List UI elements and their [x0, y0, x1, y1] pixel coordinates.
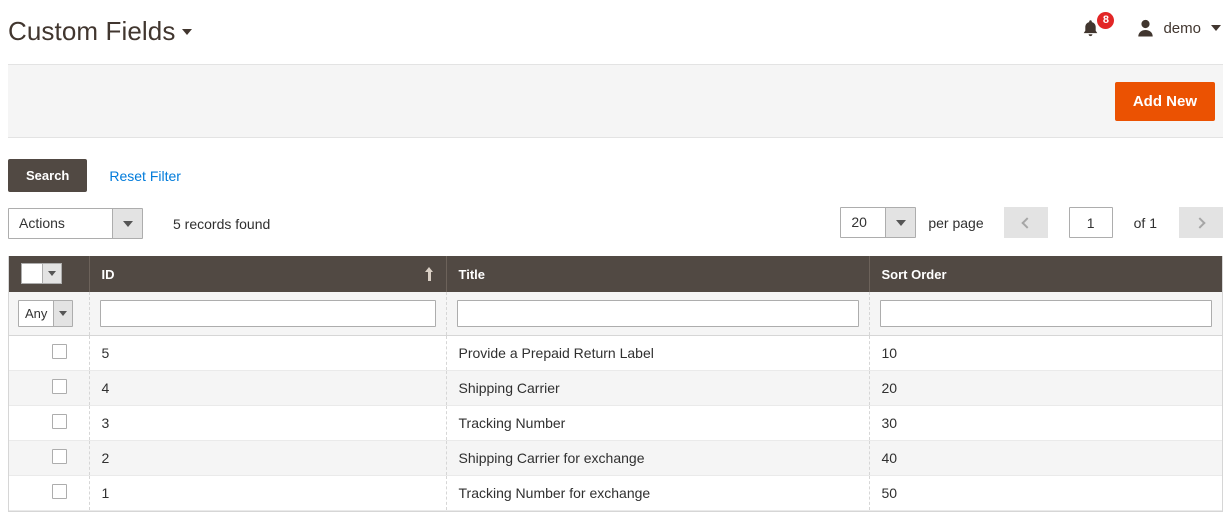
table-row[interactable]: 3 Tracking Number 30 [9, 405, 1222, 441]
cell-sort-order: 20 [869, 370, 1222, 406]
per-page-select-value: 20 [851, 214, 867, 230]
user-menu[interactable]: demo [1137, 19, 1221, 37]
page-title: Custom Fields [8, 16, 176, 46]
row-select-cell [9, 405, 90, 441]
cell-title: Tracking Number for exchange [446, 475, 870, 511]
row-select-cell [9, 335, 90, 371]
grid-toolbar: Actions 5 records found 20 per page of 1 [8, 207, 1223, 240]
row-select-cell [9, 440, 90, 476]
chevron-down-icon [53, 300, 72, 326]
table-row[interactable]: 5 Provide a Prepaid Return Label 10 [9, 335, 1222, 371]
table-row[interactable]: 1 Tracking Number for exchange 50 [9, 475, 1222, 511]
total-pages-label: of 1 [1133, 214, 1157, 231]
any-filter-value: Any [25, 305, 48, 321]
column-header-id-label: ID [101, 266, 115, 282]
cell-sort-order: 50 [869, 475, 1222, 511]
filter-cell-any: Any [9, 292, 90, 336]
cell-id: 1 [89, 475, 447, 511]
records-found-label: 5 records found [173, 215, 271, 232]
column-header-sort-order[interactable]: Sort Order [869, 256, 1222, 292]
row-checkbox[interactable] [52, 483, 67, 499]
chevron-left-icon [1021, 216, 1033, 229]
cell-sort-order: 10 [869, 335, 1222, 371]
filter-cell-id [89, 292, 447, 336]
pagination-controls: 20 per page of 1 [840, 207, 1223, 238]
filter-input-title[interactable] [456, 299, 859, 327]
table-row[interactable]: 2 Shipping Carrier for exchange 40 [9, 440, 1222, 476]
chevron-down-icon[interactable] [182, 29, 193, 35]
column-header-id[interactable]: ID [89, 256, 447, 292]
cell-id: 3 [89, 405, 447, 441]
grid-header-row: ID Title Sort Order [9, 256, 1222, 292]
actions-select[interactable]: Actions [8, 208, 143, 239]
row-checkbox[interactable] [52, 448, 67, 464]
cell-title: Provide a Prepaid Return Label [446, 335, 870, 371]
cell-id: 5 [89, 335, 447, 371]
cell-title: Shipping Carrier for exchange [446, 440, 870, 476]
column-header-sort-order-label: Sort Order [881, 266, 947, 282]
next-page-button[interactable] [1179, 207, 1223, 238]
per-page-select[interactable]: 20 [840, 207, 917, 238]
cell-title: Shipping Carrier [446, 370, 870, 406]
notifications-button[interactable]: 8 [1081, 12, 1115, 42]
column-header-title[interactable]: Title [446, 256, 870, 292]
chevron-down-icon [112, 209, 142, 238]
search-controls: Search Reset Filter [8, 159, 1223, 192]
cell-id: 2 [89, 440, 447, 476]
header-right-group: 8 demo [1081, 12, 1221, 42]
chevron-down-icon [1211, 25, 1221, 31]
notification-count-badge: 8 [1097, 12, 1115, 29]
filter-input-sort-order[interactable] [879, 299, 1212, 327]
cell-id: 4 [89, 370, 447, 406]
page-title-group: Custom Fields [8, 16, 193, 46]
per-page-label: per page [928, 214, 984, 231]
reset-filter-link[interactable]: Reset Filter [109, 168, 181, 184]
previous-page-button[interactable] [1003, 207, 1048, 238]
current-page-input[interactable] [1068, 207, 1113, 238]
filter-input-id[interactable] [99, 299, 436, 327]
cell-sort-order: 30 [869, 405, 1222, 441]
filter-cell-title [446, 292, 870, 336]
data-grid: ID Title Sort Order Any 5 Provide a Prep… [8, 256, 1223, 512]
actions-select-value: Actions [19, 215, 65, 231]
row-select-cell [9, 370, 90, 406]
any-filter-select[interactable]: Any [18, 299, 73, 327]
grid-filter-row: Any [9, 292, 1222, 336]
checkbox-dropdown-icon[interactable] [21, 262, 62, 284]
cell-sort-order: 40 [869, 440, 1222, 476]
filter-cell-sort-order [869, 292, 1222, 336]
sort-arrow-up-icon [424, 267, 434, 281]
column-header-select-all[interactable] [9, 256, 90, 292]
cell-title: Tracking Number [446, 405, 870, 441]
row-checkbox[interactable] [52, 413, 67, 429]
chevron-right-icon [1193, 216, 1206, 229]
row-select-cell [9, 475, 90, 511]
page-actions-bar: Add New [8, 64, 1223, 138]
add-new-button[interactable]: Add New [1114, 81, 1215, 121]
row-checkbox[interactable] [52, 378, 67, 394]
row-checkbox[interactable] [52, 343, 67, 359]
table-row[interactable]: 4 Shipping Carrier 20 [9, 370, 1222, 406]
chevron-down-icon [885, 208, 916, 237]
user-name-label: demo [1163, 19, 1201, 37]
user-avatar-icon [1138, 19, 1154, 37]
column-header-title-label: Title [458, 266, 486, 282]
search-button[interactable]: Search [8, 159, 88, 192]
page-header: Custom Fields 8 demo [0, 0, 1231, 62]
